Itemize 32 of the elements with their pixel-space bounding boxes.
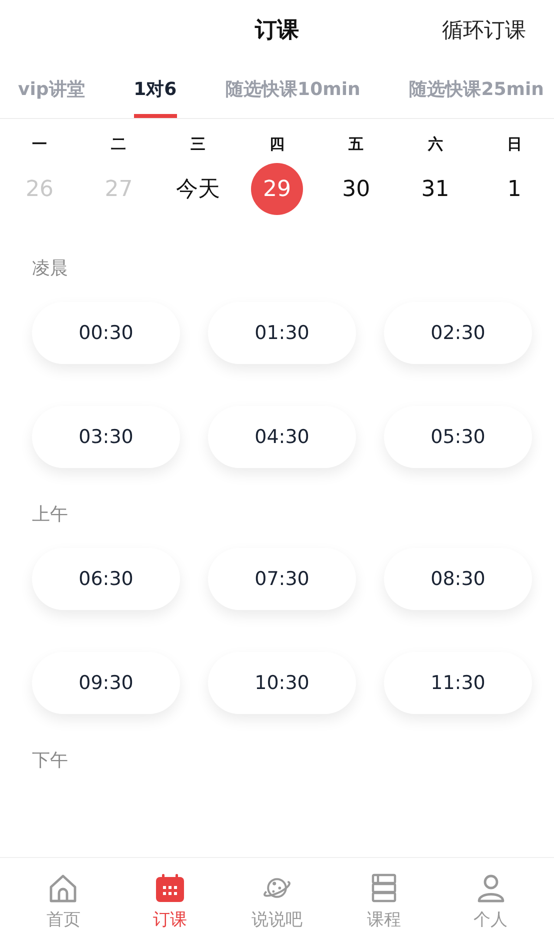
- section-title: 凌晨: [32, 257, 69, 280]
- page-title: 订课: [255, 17, 299, 45]
- time-slot-button[interactable]: 07:30: [208, 548, 356, 610]
- section-title: 下午: [32, 749, 69, 772]
- weekday-label: 日: [506, 135, 523, 154]
- time-slot-button[interactable]: 02:30: [384, 302, 532, 364]
- calendar-icon: [154, 872, 186, 904]
- time-slot-button[interactable]: 03:30: [32, 406, 180, 468]
- time-slot-button[interactable]: 04:30: [208, 406, 356, 468]
- date-item[interactable]: 30: [330, 163, 382, 215]
- section-title: 上午: [32, 503, 69, 526]
- time-slot-button[interactable]: 10:30: [208, 652, 356, 714]
- time-slot-button[interactable]: 06:30: [32, 548, 180, 610]
- tab[interactable]: 1对6: [134, 60, 177, 118]
- date-item[interactable]: 31: [409, 163, 462, 215]
- weekday-label: 一: [31, 135, 48, 154]
- weekday-label: 三: [189, 135, 206, 154]
- weekday-label: 六: [426, 135, 444, 154]
- time-slot-button[interactable]: 08:30: [384, 548, 532, 610]
- date-item[interactable]: 1: [488, 163, 540, 215]
- weekday-label: 四: [268, 135, 286, 154]
- time-slot-button[interactable]: 01:30: [208, 302, 356, 364]
- date-item[interactable]: 今天: [172, 163, 224, 215]
- time-slot-button[interactable]: 05:30: [384, 406, 532, 468]
- time-slot-button[interactable]: 11:30: [384, 652, 532, 714]
- recurring-booking-link[interactable]: 循环订课: [442, 16, 526, 44]
- date-item[interactable]: 29: [250, 163, 303, 215]
- weekday-label: 五: [348, 135, 365, 154]
- weekday-label: 二: [110, 135, 128, 154]
- time-slot-button[interactable]: 09:30: [32, 652, 180, 714]
- time-slot-button[interactable]: 00:30: [32, 302, 180, 364]
- nav-item[interactable]: 订课: [130, 872, 210, 930]
